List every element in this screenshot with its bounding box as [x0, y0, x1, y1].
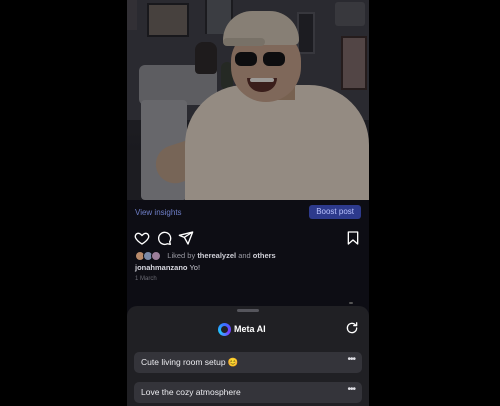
sheet-drag-handle[interactable] — [237, 309, 259, 312]
heart-icon[interactable] — [134, 230, 150, 246]
boost-post-button[interactable]: Boost post — [309, 205, 361, 219]
post-photo[interactable] — [127, 0, 369, 200]
view-insights-link[interactable]: View insights — [135, 208, 182, 217]
comment-icon[interactable] — [156, 230, 172, 246]
likes-prefix: Liked by — [167, 251, 196, 260]
suggestion-text: Love the cozy atmosphere — [141, 387, 241, 397]
suggestion-text: Cute living room setup 😊 — [141, 357, 239, 367]
refresh-icon[interactable] — [345, 321, 359, 335]
liked-user-link[interactable]: therealyzel — [197, 251, 236, 260]
likes-summary[interactable]: Liked by therealyzel and others — [135, 251, 276, 262]
likes-and: and — [238, 251, 251, 260]
post-caption: jonahmanzano Yo! — [135, 263, 200, 272]
meta-ai-sheet: Meta AI Cute living room setup 😊 ••• Lov… — [127, 306, 369, 406]
meta-ai-logo-icon — [218, 323, 231, 336]
meta-ai-title: Meta AI — [234, 324, 266, 334]
more-options-icon[interactable]: ••• — [347, 384, 355, 395]
more-indicator — [349, 302, 353, 304]
post-date: 1 March — [135, 276, 157, 282]
suggestion-item[interactable]: Cute living room setup 😊 ••• — [134, 352, 362, 373]
caption-username[interactable]: jonahmanzano — [135, 263, 188, 272]
avatar — [151, 251, 162, 262]
meta-ai-header: Meta AI — [127, 320, 369, 340]
likes-others-link[interactable]: others — [253, 251, 276, 260]
post-actions — [127, 230, 369, 248]
bookmark-icon[interactable] — [345, 230, 361, 246]
insights-row: View insights Boost post — [127, 204, 369, 222]
caption-text: Yo! — [189, 263, 201, 272]
more-options-icon[interactable]: ••• — [347, 354, 355, 365]
photo-dim-overlay — [127, 0, 369, 200]
send-icon[interactable] — [178, 230, 194, 246]
liker-avatars — [135, 251, 162, 262]
